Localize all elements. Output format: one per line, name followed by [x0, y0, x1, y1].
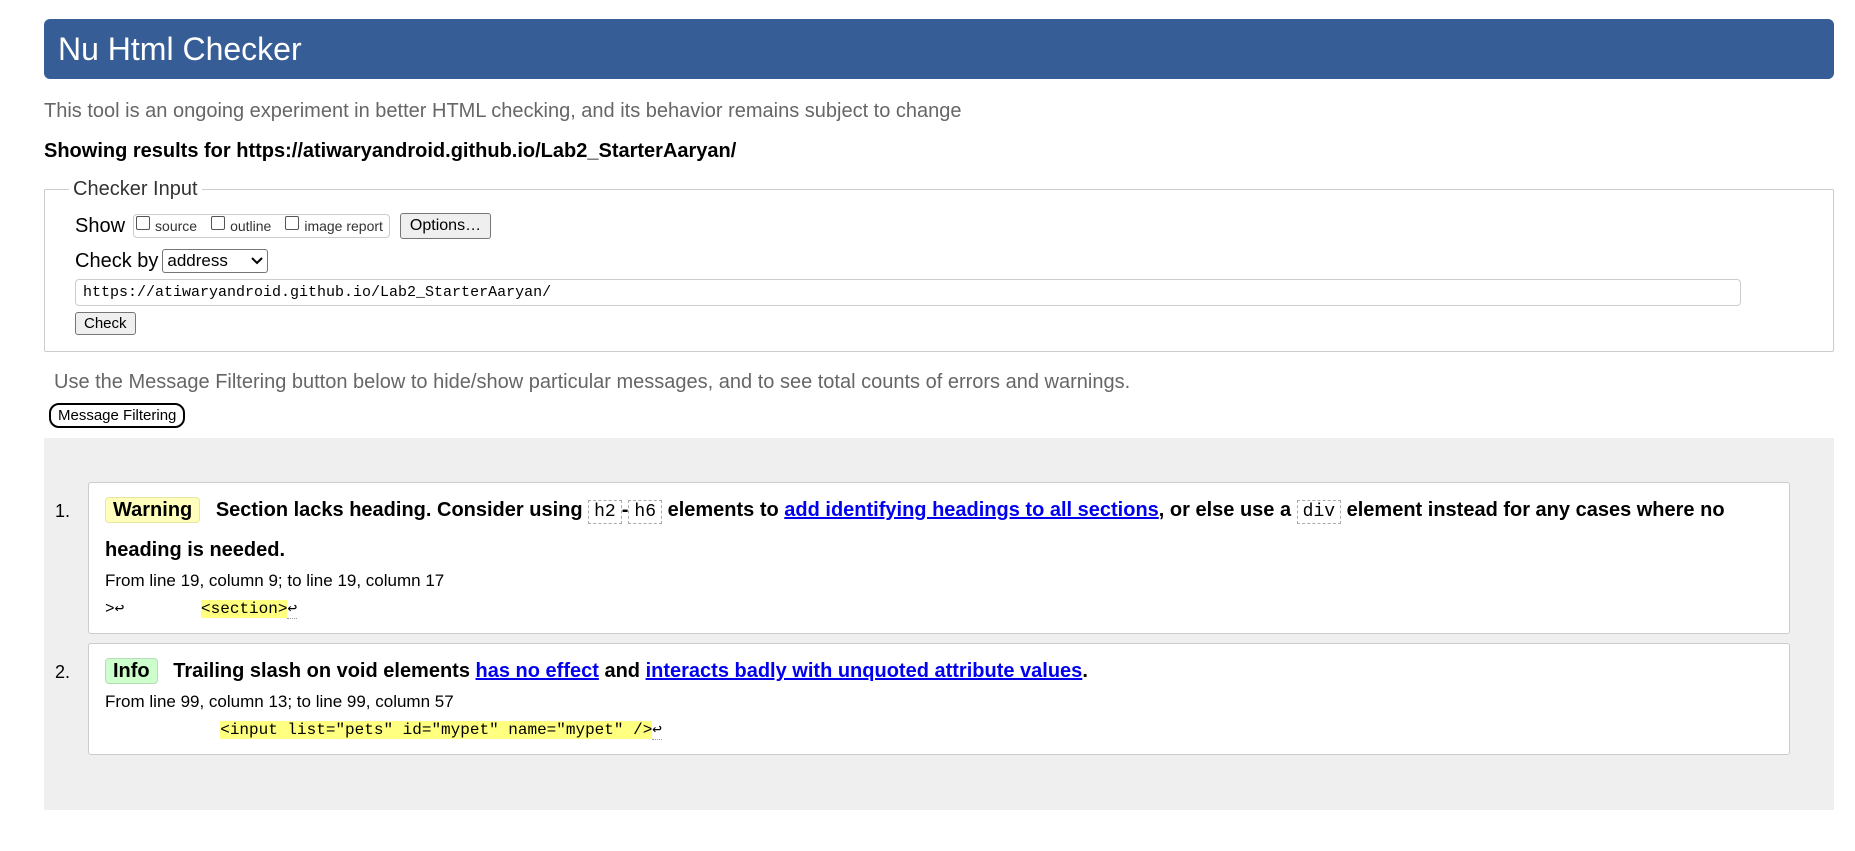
message-text: Info Trailing slash on void elements has…	[105, 652, 1773, 690]
options-button[interactable]: Options…	[399, 213, 492, 239]
message-location: From line 19, column 9; to line 19, colu…	[105, 571, 445, 590]
image-report-checkbox[interactable]	[285, 216, 300, 230]
check-by-label: Check by	[75, 249, 159, 272]
message-filtering-button[interactable]: Message Filtering	[49, 403, 186, 428]
check-by-value: address	[167, 251, 228, 270]
unquoted-attributes-link[interactable]: interacts badly with unquoted attribute …	[646, 660, 1083, 682]
source-checkbox-label: source	[155, 218, 198, 234]
warning-badge: Warning	[105, 497, 201, 523]
filter-note: Use the Message Filtering button below t…	[54, 371, 1131, 393]
code-div: div	[1296, 500, 1342, 524]
source-extract: >↩ <section>↩	[105, 593, 1773, 625]
source-extract: <input list="pets" id="mypet" name="mype…	[105, 714, 1773, 746]
no-effect-link[interactable]: has no effect	[476, 660, 599, 682]
extract-before: >↩	[105, 600, 202, 618]
results-panel: 1. Warning Section lacks heading. Consid…	[44, 438, 1834, 810]
message-item: 2. Info Trailing slash on void elements …	[55, 643, 1790, 755]
extract-highlight: <input list="pets" id="mypet" name="mype…	[220, 721, 653, 739]
outline-checkbox-label: outline	[230, 218, 272, 234]
message-text: Warning Section lacks heading. Consider …	[105, 491, 1773, 569]
show-source-option[interactable]: source	[136, 216, 198, 234]
message-text-part: elements to	[667, 499, 779, 521]
url-input[interactable]: https://atiwaryandroid.github.io/Lab2_St…	[75, 279, 1741, 306]
message-number: 2.	[55, 662, 71, 682]
message-number: 1.	[55, 501, 71, 521]
page-header: Nu Html Checker	[44, 19, 1834, 79]
show-label: Show	[75, 214, 126, 237]
checker-input-legend: Checker Input	[73, 178, 198, 200]
tool-subtitle: This tool is an ongoing experiment in be…	[44, 100, 962, 122]
checker-input-fieldset: Checker Input Show source outline image …	[44, 178, 1834, 352]
page-title: Nu Html Checker	[58, 30, 302, 67]
headings-sections-link[interactable]: add identifying headings to all sections	[784, 499, 1159, 521]
check-by-select[interactable]: address	[162, 249, 269, 273]
show-row: Show source outline image report Options…	[75, 213, 1803, 239]
check-button[interactable]: Check	[75, 312, 136, 335]
code-h6: h6	[628, 500, 663, 524]
image-report-checkbox-label: image report	[304, 218, 383, 234]
message-text-part: Trailing slash on void elements	[173, 660, 470, 682]
message-text-part: Section lacks heading. Consider using	[215, 499, 583, 521]
info-badge: Info	[105, 658, 158, 684]
extract-after: ↩	[652, 721, 662, 740]
message-item: 1. Warning Section lacks heading. Consid…	[55, 482, 1790, 634]
extract-after: ↩	[287, 600, 298, 619]
show-image-report-option[interactable]: image report	[285, 216, 383, 234]
message-text-part: and	[604, 660, 641, 682]
extract-before	[105, 721, 220, 739]
extract-highlight: <section>	[201, 600, 288, 618]
check-by-row: Check by address	[75, 249, 1803, 273]
outline-checkbox[interactable]	[211, 216, 226, 230]
show-outline-option[interactable]: outline	[211, 216, 272, 234]
chevron-down-icon	[251, 257, 264, 265]
message-text-part: , or else use a	[1158, 499, 1292, 521]
message-text-part: .	[1082, 660, 1088, 682]
results-for-heading: Showing results for https://atiwaryandro…	[44, 140, 737, 162]
message-location: From line 99, column 13; to line 99, col…	[105, 692, 454, 711]
page: Nu Html Checker This tool is an ongoing …	[44, 19, 1834, 810]
code-h2: h2	[588, 500, 622, 524]
source-checkbox[interactable]	[136, 216, 151, 230]
show-options-group: source outline image report	[133, 214, 390, 238]
